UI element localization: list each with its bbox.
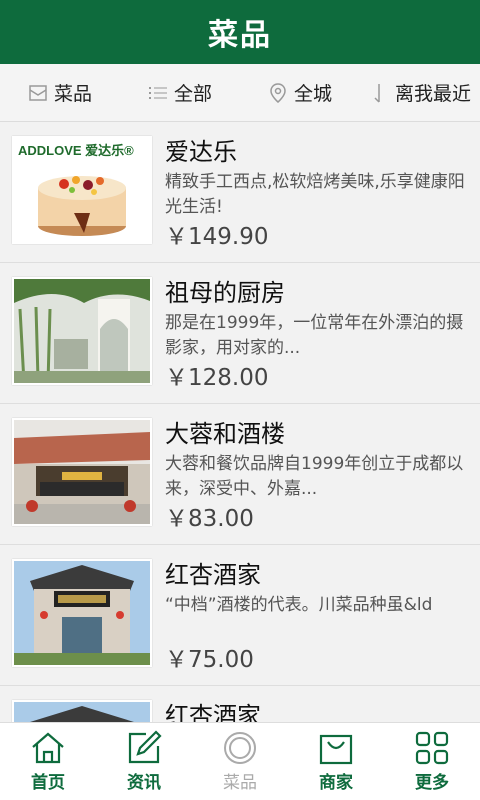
- filter-category-label: 菜品: [53, 83, 92, 105]
- tab-home-label: 首页: [31, 773, 65, 793]
- dish-thumbnail: [12, 700, 152, 722]
- dish-thumbnail: [12, 277, 152, 385]
- dish-list: ADDLOVE 爱达乐® 爱达乐 精致手工西点,松软焙烤美味,乐享健康阳光生活!…: [0, 122, 480, 722]
- dish-description: 那是在1999年，一位常年在外漂泊的摄影家，用对家的...: [165, 313, 464, 358]
- tab-dishes[interactable]: 菜品: [192, 723, 288, 800]
- tab-news[interactable]: 资讯: [96, 723, 192, 800]
- list-item[interactable]: 祖母的厨房 那是在1999年，一位常年在外漂泊的摄影家，用对家的... ￥128…: [0, 263, 480, 404]
- dish-price: ￥128.00: [165, 365, 269, 391]
- dish-name: 红杏酒家: [165, 561, 261, 589]
- brand-logo-text: ADDLOVE 爱达乐®: [18, 143, 134, 158]
- edit-icon: [128, 730, 162, 764]
- filter-area-label: 全城: [293, 83, 332, 105]
- list-item[interactable]: 大蓉和酒楼 大蓉和餐饮品牌自1999年创立于成都以来，深受中、外嘉... ￥83…: [0, 404, 480, 545]
- tab-merchants-label: 商家: [319, 773, 353, 793]
- tab-more-label: 更多: [415, 773, 449, 793]
- dish-price: ￥149.90: [165, 224, 269, 250]
- home-icon: [32, 732, 64, 764]
- circle-icon: [224, 732, 256, 764]
- dish-name: 爱达乐: [165, 138, 237, 166]
- dish-name: 红杏酒家: [165, 702, 261, 722]
- tab-news-label: 资讯: [127, 773, 161, 793]
- list-icon: [148, 83, 168, 103]
- dish-price: ￥75.00: [165, 647, 254, 673]
- dish-name: 大蓉和酒楼: [165, 420, 285, 448]
- shopping-bag-icon: [319, 734, 353, 765]
- filter-sort[interactable]: 离我最近: [360, 64, 480, 121]
- dish-description: 精致手工西点,松软焙烤美味,乐享健康阳光生活!: [165, 172, 465, 217]
- title-bar: 菜品: [0, 0, 480, 64]
- tab-dishes-label: 菜品: [223, 773, 257, 793]
- dish-thumbnail: ADDLOVE 爱达乐®: [12, 136, 152, 244]
- list-item[interactable]: ADDLOVE 爱达乐® 爱达乐 精致手工西点,松软焙烤美味,乐享健康阳光生活!…: [0, 122, 480, 263]
- tab-home[interactable]: 首页: [0, 723, 96, 800]
- filter-type-label: 全部: [173, 83, 212, 105]
- dish-name: 祖母的厨房: [165, 279, 285, 307]
- tab-more[interactable]: 更多: [384, 723, 480, 800]
- grid-icon: [415, 731, 449, 765]
- dish-thumbnail: [12, 418, 152, 526]
- dish-description: 大蓉和餐饮品牌自1999年创立于成都以来，深受中、外嘉...: [165, 454, 464, 499]
- list-item[interactable]: 红杏酒家: [0, 686, 480, 722]
- bottom-tab-bar: 首页 资讯 菜品 商家 更多: [0, 722, 480, 800]
- box-icon: [28, 83, 48, 103]
- filter-category[interactable]: 菜品: [0, 64, 120, 121]
- dish-thumbnail: [12, 559, 152, 667]
- dish-price: ￥83.00: [165, 506, 254, 532]
- page-title: 菜品: [208, 18, 272, 53]
- tab-merchants[interactable]: 商家: [288, 723, 384, 800]
- filter-area[interactable]: 全城: [240, 64, 360, 121]
- dish-description: “中档”酒楼的代表。川菜品种虽&ld: [165, 595, 433, 615]
- filter-bar: 菜品 全部 全城 离我最近: [0, 64, 480, 122]
- filter-type[interactable]: 全部: [120, 64, 240, 121]
- sort-icon: [369, 83, 389, 103]
- list-item[interactable]: 红杏酒家 “中档”酒楼的代表。川菜品种虽&ld ￥75.00: [0, 545, 480, 686]
- filter-sort-label: 离我最近: [394, 83, 471, 105]
- location-pin-icon: [268, 82, 288, 103]
